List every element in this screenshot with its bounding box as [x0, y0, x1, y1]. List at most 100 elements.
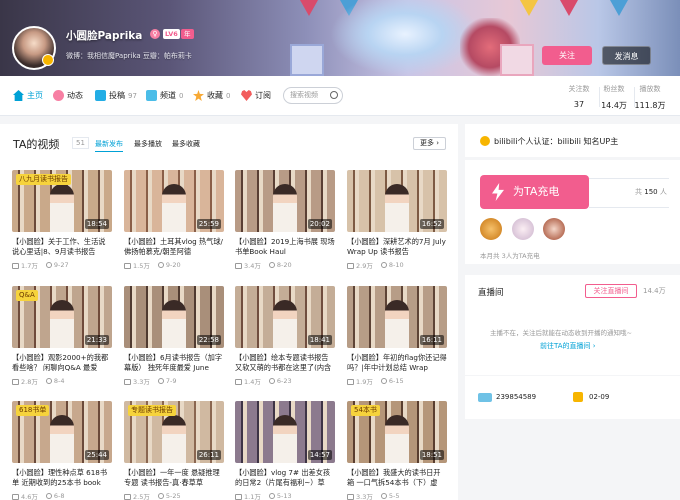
video-card[interactable]: 618书单 25:44 【小圆脸】理性种点草 618书单 近期收到的25本书 boo…	[12, 401, 112, 500]
play-icon	[235, 494, 242, 500]
upload-date: 6-23	[268, 377, 292, 385]
video-thumbnail[interactable]: 54本书 18:51	[347, 401, 447, 463]
video-duration: 14:57	[307, 450, 332, 460]
nav-favorites[interactable]: 收藏 0	[193, 90, 230, 101]
vip-badge: 年	[181, 29, 194, 39]
gender-icon: ♀	[150, 29, 160, 39]
play-icon	[124, 263, 131, 269]
video-thumbnail[interactable]: 18:41	[235, 286, 335, 348]
video-card[interactable]: 54本书 18:51 【小圆脸】我盛大的读书日开箱 一口气拆54本书（下）虚 3.3万…	[347, 401, 447, 500]
thumbnail-person	[385, 184, 409, 232]
video-section: TA的视频 51 最新发布 最多播放 最多收藏 更多 › 八九月读书报告 18:5…	[0, 124, 458, 500]
nav-home[interactable]: 主页	[13, 90, 43, 101]
play-icon	[347, 379, 354, 385]
clock-icon	[268, 378, 275, 384]
search-icon[interactable]	[330, 91, 338, 99]
video-card[interactable]: 18:41 【小圆脸】绘本专题读书报告 又软又萌的书都在这里了(内含 1.4万 6-2…	[235, 286, 335, 386]
nav-label: 主页	[27, 91, 43, 100]
upload-date-value: 5-5	[388, 492, 400, 500]
thumbnail-person	[273, 300, 297, 348]
nav-dynamic[interactable]: 动态	[53, 90, 83, 101]
video-title[interactable]: 【小圆脸】绘本专题读书报告 又软又萌的书都在这里了(内含	[235, 353, 335, 373]
video-thumbnail[interactable]: Q&A 21:33	[12, 286, 112, 348]
video-thumbnail[interactable]: 25:59	[124, 170, 224, 232]
video-meta: 1.4万 6-23	[235, 376, 335, 386]
video-card[interactable]: 专题读书报告 26:11 【小圆脸】一年一度 悬疑推理专题 读书报告-真·春草草 2.…	[124, 401, 224, 500]
thumbnail-person	[273, 184, 297, 232]
nav-count: 97	[128, 91, 137, 100]
tab-most-played[interactable]: 最多播放	[134, 139, 162, 149]
upload-date: 6-8	[45, 492, 64, 500]
video-thumbnail[interactable]: 14:57	[235, 401, 335, 463]
clock-icon	[157, 378, 164, 384]
video-duration: 26:11	[196, 450, 221, 460]
nav-channels[interactable]: 频道 0	[146, 90, 183, 101]
section-title: TA的视频	[13, 138, 60, 151]
video-title[interactable]: 【小圆脸】理性种点草 618书单 近期收到的25本书 book	[12, 468, 112, 488]
nav-uploads[interactable]: 投稿 97	[95, 90, 137, 101]
view-count-value: 1.9万	[356, 378, 373, 386]
upload-date-value: 8-10	[388, 261, 404, 269]
tab-latest[interactable]: 最新发布	[95, 139, 123, 152]
video-title[interactable]: 【小圆脸】我盛大的读书日开箱 一口气拆54本书（下）虚	[347, 468, 447, 488]
video-thumbnail[interactable]: 专题读书报告 26:11	[124, 401, 224, 463]
upload-date: 8-20	[268, 261, 292, 269]
video-title[interactable]: 【小圆脸】观影2000+的我都看些啥？ 闲聊向Q&A 最爱	[12, 353, 112, 373]
play-icon	[12, 379, 19, 385]
more-videos-button[interactable]: 更多 ›	[413, 137, 446, 150]
clock-icon	[268, 493, 275, 499]
video-card[interactable]: 16:52 【小圆脸】深耕艺术的7月 July Wrap Up 读书报告 2.9万 8…	[347, 170, 447, 270]
fan-avatar[interactable]	[480, 218, 502, 240]
clock-icon	[157, 493, 164, 499]
video-thumbnail[interactable]: 20:02	[235, 170, 335, 232]
clock-icon	[380, 493, 387, 499]
stat-following[interactable]: 关注数 37	[561, 84, 597, 109]
thumbnail-person	[162, 415, 186, 463]
video-card[interactable]: 20:02 【小圆脸】2019上海书展 现场书单Book Haul 3.4万 8-20	[235, 170, 335, 270]
video-thumbnail[interactable]: 16:11	[347, 286, 447, 348]
video-title[interactable]: 【小圆脸】关于工作、生活说说心里话|8、9月读书报告	[12, 237, 112, 257]
video-card[interactable]: 16:11 【小圆脸】年初的flag你还记得吗？|年中计划总结 Wrap 1.9万 6…	[347, 286, 447, 386]
video-meta: 3.3万 7-9	[124, 376, 224, 386]
message-button[interactable]: 发消息	[602, 46, 651, 65]
video-title[interactable]: 【小圆脸】一年一度 悬疑推理专题 读书报告-真·春草草	[124, 468, 224, 488]
video-title[interactable]: 【小圆脸】2019上海书展 现场书单Book Haul	[235, 237, 335, 257]
video-card[interactable]: 八九月读书报告 18:54 【小圆脸】关于工作、生活说说心里话|8、9月读书报告 1.…	[12, 170, 112, 270]
tab-most-favorited[interactable]: 最多收藏	[172, 139, 200, 149]
video-title[interactable]: 【小圆脸】年初的flag你还记得吗？|年中计划总结 Wrap	[347, 353, 447, 373]
video-duration: 20:02	[307, 219, 332, 229]
video-search-input[interactable]: 搜索视频	[283, 87, 343, 104]
banner-gift-box	[290, 44, 324, 76]
video-meta: 2.8万 8-4	[12, 376, 112, 386]
video-title[interactable]: 【小圆脸】vlog 7# 出差女孩的日常2（片尾有福利~）草	[235, 468, 335, 488]
go-live-room-link[interactable]: 前往TA的直播间 ›	[540, 341, 596, 351]
video-card[interactable]: 14:57 【小圆脸】vlog 7# 出差女孩的日常2（片尾有福利~）草 1.1万 5…	[235, 401, 335, 500]
fan-avatar[interactable]	[543, 218, 565, 240]
nav-subscriptions[interactable]: 订阅	[241, 90, 271, 101]
fan-avatar[interactable]	[512, 218, 534, 240]
stat-label: 粉丝数	[603, 85, 625, 93]
video-card[interactable]: Q&A 21:33 【小圆脸】观影2000+的我都看些啥？ 闲聊向Q&A 最爱 2.8…	[12, 286, 112, 386]
video-thumbnail[interactable]: 618书单 25:44	[12, 401, 112, 463]
video-thumbnail[interactable]: 八九月读书报告 18:54	[12, 170, 112, 232]
live-hint: 主播不在，关注后就能在动态收到开播的通知哦~	[490, 329, 632, 337]
video-title[interactable]: 【小圆脸】深耕艺术的7月 July Wrap Up 读书报告	[347, 237, 447, 257]
video-thumbnail[interactable]: 22:58	[124, 286, 224, 348]
video-thumbnail[interactable]: 16:52	[347, 170, 447, 232]
follow-live-button[interactable]: 关注直播间	[585, 284, 637, 298]
video-card[interactable]: 25:59 【小圆脸】土耳其vlog 热气球/佛扬帕慕克/朝圣阿德 1.5万 9-20	[124, 170, 224, 270]
view-count-value: 3.3万	[133, 378, 150, 386]
view-count: 1.5万	[124, 260, 150, 270]
uid-value: 239854589	[496, 393, 537, 401]
video-card[interactable]: 22:58 【小圆脸】6月读书报告（加字幕版） 独死年度最爱 June 3.3万 7-…	[124, 286, 224, 386]
charge-total: 共 150 人	[633, 187, 669, 197]
follow-button[interactable]: 关注	[542, 46, 592, 65]
video-title[interactable]: 【小圆脸】6月读书报告（加字幕版） 独死年度最爱 June	[124, 353, 224, 373]
search-placeholder: 搜索视频	[290, 91, 318, 99]
video-title[interactable]: 【小圆脸】土耳其vlog 热气球/佛扬帕慕克/朝圣阿德	[124, 237, 224, 257]
charge-button[interactable]: 为TA充电	[480, 175, 589, 209]
stat-followers[interactable]: 粉丝数 14.4万	[596, 84, 632, 111]
thumbnail-person	[162, 300, 186, 348]
thumbnail-tag: 618书单	[16, 405, 50, 416]
thumbnail-person	[50, 415, 74, 463]
